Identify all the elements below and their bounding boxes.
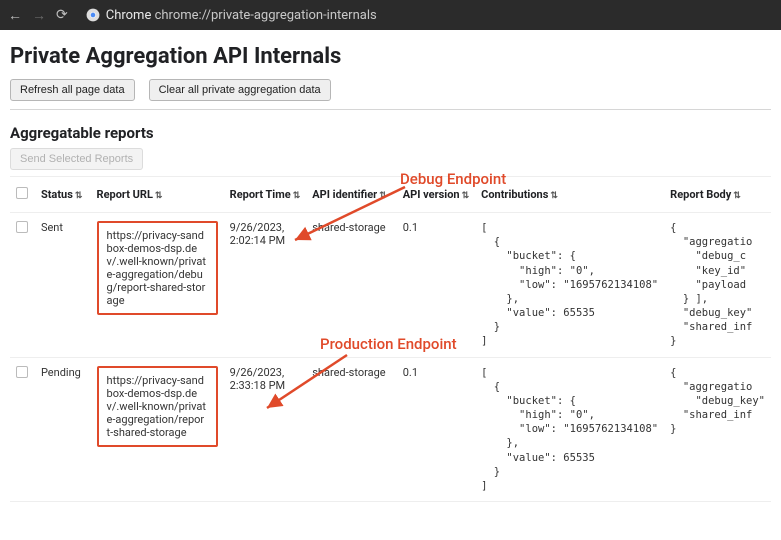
clear-button[interactable]: Clear all private aggregation data xyxy=(149,79,331,101)
table-header-row: Status⇅ Report URL⇅ Report Time⇅ API ide… xyxy=(10,177,771,213)
api-version: 0.1 xyxy=(397,357,475,501)
section-heading: Aggregatable reports xyxy=(10,124,771,142)
sort-icon: ⇅ xyxy=(379,191,387,201)
page-title: Private Aggregation API Internals xyxy=(10,44,771,69)
api-identifier: shared-storage xyxy=(306,357,397,501)
report-body: { "aggregatio "debug_key" "shared_inf } xyxy=(670,366,765,437)
col-url[interactable]: Report URL⇅ xyxy=(91,177,224,213)
col-api[interactable]: API identifier⇅ xyxy=(306,177,397,213)
report-url: https://privacy-sandbox-demos-dsp.dev/.w… xyxy=(97,366,218,447)
action-toolbar: Refresh all page data Clear all private … xyxy=(10,79,771,110)
row-checkbox[interactable] xyxy=(16,366,28,378)
table-row: Pending https://privacy-sandbox-demos-ds… xyxy=(10,357,771,501)
report-url: https://privacy-sandbox-demos-dsp.dev/.w… xyxy=(97,221,218,315)
refresh-button[interactable]: Refresh all page data xyxy=(10,79,135,101)
col-body[interactable]: Report Body⇅ xyxy=(664,177,771,213)
col-version[interactable]: API version⇅ xyxy=(397,177,475,213)
reload-icon[interactable]: ⟳ xyxy=(56,7,68,23)
table-row: Sent https://privacy-sandbox-demos-dsp.d… xyxy=(10,213,771,358)
sort-icon: ⇅ xyxy=(550,191,558,201)
report-time: 9/26/2023, 2:02:14 PM xyxy=(224,213,307,358)
contributions: [ { "bucket": { "high": "0", "low": "169… xyxy=(481,366,658,494)
chrome-icon xyxy=(86,8,100,22)
page-content: Private Aggregation API Internals Refres… xyxy=(0,30,781,522)
api-identifier: shared-storage xyxy=(306,213,397,358)
col-time[interactable]: Report Time⇅ xyxy=(224,177,307,213)
status-cell: Sent xyxy=(35,213,91,358)
reports-table: Status⇅ Report URL⇅ Report Time⇅ API ide… xyxy=(10,177,771,501)
report-body: { "aggregatio "debug_c "key_id" "payload… xyxy=(670,221,765,349)
col-status[interactable]: Status⇅ xyxy=(35,177,91,213)
sort-icon: ⇅ xyxy=(733,191,741,201)
address-bar[interactable]: Chrome chrome://private-aggregation-inte… xyxy=(86,8,377,23)
sort-icon: ⇅ xyxy=(155,191,163,201)
select-all-checkbox[interactable] xyxy=(16,187,28,199)
url-host: Chrome xyxy=(106,8,152,23)
sort-icon: ⇅ xyxy=(462,191,470,201)
status-cell: Pending xyxy=(35,357,91,501)
contributions: [ { "bucket": { "high": "0", "low": "169… xyxy=(481,221,658,349)
back-icon[interactable]: ← xyxy=(8,7,22,24)
url-path: chrome://private-aggregation-internals xyxy=(155,8,377,23)
browser-toolbar: ← → ⟳ Chrome chrome://private-aggregatio… xyxy=(0,0,781,30)
api-version: 0.1 xyxy=(397,213,475,358)
sort-icon: ⇅ xyxy=(293,191,301,201)
send-selected-button[interactable]: Send Selected Reports xyxy=(10,148,143,170)
forward-icon[interactable]: → xyxy=(32,7,46,24)
sort-icon: ⇅ xyxy=(75,191,83,201)
col-contrib[interactable]: Contributions⇅ xyxy=(475,177,664,213)
report-time: 9/26/2023, 2:33:18 PM xyxy=(224,357,307,501)
row-checkbox[interactable] xyxy=(16,221,28,233)
